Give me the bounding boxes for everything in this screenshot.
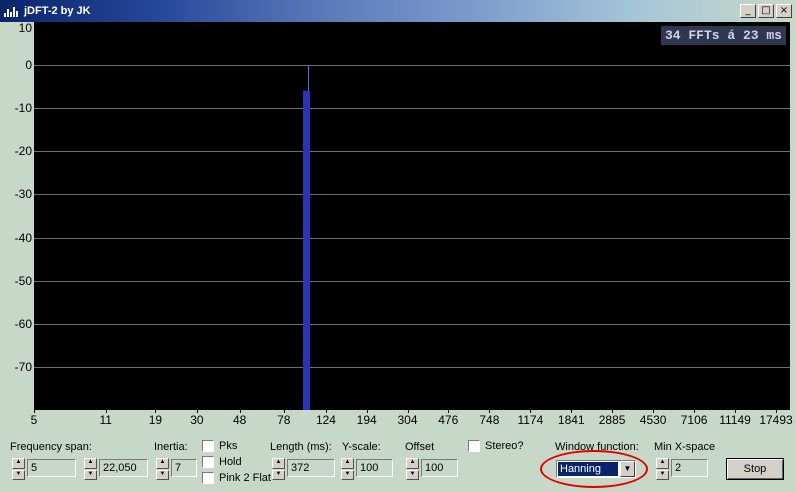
- x-tick-label: 1174: [517, 413, 544, 427]
- pink-flat-label: Pink 2 Flat: [219, 472, 271, 484]
- x-tick-label: 30: [190, 413, 204, 427]
- spin-up-arrow-icon[interactable]: ▲: [12, 458, 25, 469]
- y-scale-label: Y-scale:: [342, 441, 381, 453]
- spin-down-arrow-icon[interactable]: ▼: [12, 469, 25, 480]
- maximize-button[interactable]: □: [758, 4, 774, 18]
- stereo-label: Stereo?: [485, 440, 524, 452]
- spin-down-arrow-icon[interactable]: ▼: [656, 469, 669, 480]
- x-tick-label: 1841: [557, 413, 585, 427]
- x-tick-label: 11149: [719, 413, 751, 427]
- spectrum-plot: 10 0 -10 -20 -30 -40 -50 -60 -70 34 FFTs á 23 ms…: [0, 21, 796, 430]
- pink-flat-checkbox[interactable]: [202, 472, 214, 484]
- min-x-space-field[interactable]: 2: [671, 459, 708, 477]
- stereo-checkbox[interactable]: [468, 440, 480, 452]
- control-panel: Frequency span: ▲ ▼ 5 ▲ ▼ 22,050 Inertia…: [0, 432, 796, 492]
- hold-label: Hold: [219, 456, 242, 468]
- frequency-to-spinner[interactable]: ▲ ▼: [84, 458, 97, 480]
- x-tick-label: 124: [315, 413, 336, 427]
- inertia-field[interactable]: 7: [171, 459, 197, 477]
- x-tick-label: 48: [232, 413, 247, 427]
- frequency-span-label: Frequency span:: [10, 441, 92, 453]
- spin-up-arrow-icon[interactable]: ▲: [406, 458, 419, 469]
- spin-down-arrow-icon[interactable]: ▼: [406, 469, 419, 480]
- length-field[interactable]: 372: [287, 459, 335, 477]
- y-gridline: [34, 65, 790, 66]
- pks-label: Pks: [219, 440, 238, 452]
- pks-checkbox[interactable]: [202, 440, 214, 452]
- spin-down-arrow-icon[interactable]: ▼: [272, 469, 285, 480]
- minimize-button[interactable]: _: [740, 4, 756, 18]
- inertia-spinner[interactable]: ▲ ▼: [156, 458, 169, 480]
- fft-status-badge: 34 FFTs á 23 ms: [660, 26, 786, 45]
- y-tick-label: -30: [14, 187, 32, 202]
- x-tick-label: 194: [356, 413, 377, 427]
- x-tick-label: 19: [148, 413, 163, 427]
- spin-down-arrow-icon[interactable]: ▼: [341, 469, 354, 480]
- spectrum-peak-tip: [308, 65, 310, 91]
- y-gridline: [34, 108, 790, 109]
- y-gridline: [34, 238, 790, 239]
- offset-field[interactable]: 100: [421, 459, 458, 477]
- min-x-space-spinner[interactable]: ▲ ▼: [656, 458, 669, 480]
- offset-label: Offset: [405, 441, 435, 453]
- spin-up-arrow-icon[interactable]: ▲: [341, 458, 354, 469]
- x-tick-label: 7106: [680, 413, 708, 427]
- y-gridline: [34, 194, 790, 195]
- spin-up-arrow-icon[interactable]: ▲: [272, 458, 285, 469]
- frequency-from-field[interactable]: 5: [27, 459, 76, 477]
- y-tick-label: -20: [14, 144, 32, 159]
- x-tick-label: 304: [397, 413, 418, 427]
- frequency-to-field[interactable]: 22,050: [99, 459, 148, 477]
- x-tick-label: 476: [438, 413, 459, 427]
- spin-down-arrow-icon[interactable]: ▼: [156, 469, 169, 480]
- spin-up-arrow-icon[interactable]: ▲: [84, 458, 97, 469]
- x-tick-label: 4530: [639, 413, 667, 427]
- y-tick-label: -10: [14, 101, 32, 116]
- inertia-label: Inertia:: [154, 441, 188, 453]
- x-axis: 5 11 19 30 48 78 124 194 304 476 748 1174 1841 2885 45…: [0, 410, 796, 430]
- y-scale-field[interactable]: 100: [356, 459, 393, 477]
- stop-button[interactable]: Stop: [726, 458, 784, 480]
- frequency-from-spinner[interactable]: ▲ ▼: [12, 458, 25, 480]
- length-spinner[interactable]: ▲ ▼: [272, 458, 285, 480]
- y-axis: 10 0 -10 -20 -30 -40 -50 -60 -70: [0, 21, 34, 430]
- y-tick-label: -50: [14, 273, 32, 288]
- x-tick-label: 5: [30, 413, 38, 427]
- hold-checkbox[interactable]: [202, 456, 214, 468]
- y-gridline: [34, 151, 790, 152]
- window-title: jDFT-2 by JK: [24, 5, 91, 17]
- y-tick-label: -70: [14, 359, 32, 374]
- y-gridline: [34, 324, 790, 325]
- y-tick-label: 0: [25, 58, 32, 73]
- y-tick-label: -60: [14, 316, 32, 331]
- spectrum-peak-bar: [303, 90, 311, 410]
- min-x-space-label: Min X-space: [654, 441, 716, 453]
- y-scale-spinner[interactable]: ▲ ▼: [341, 458, 354, 480]
- offset-spinner[interactable]: ▲ ▼: [406, 458, 419, 480]
- app-spectrum-icon: [4, 5, 20, 17]
- spectrum-canvas: 34 FFTs á 23 ms: [34, 22, 790, 410]
- y-gridline: [34, 281, 790, 282]
- x-tick-label: 2885: [598, 413, 626, 427]
- spin-up-arrow-icon[interactable]: ▲: [156, 458, 169, 469]
- close-button[interactable]: ×: [776, 4, 792, 18]
- spin-down-arrow-icon[interactable]: ▼: [84, 469, 97, 480]
- x-tick-label: 78: [277, 413, 291, 427]
- highlight-ring: [540, 450, 648, 488]
- y-tick-label: 10: [18, 21, 32, 35]
- y-tick-label: -40: [14, 230, 32, 245]
- spin-up-arrow-icon[interactable]: ▲: [656, 458, 669, 469]
- length-label: Length (ms):: [270, 441, 332, 453]
- y-gridline: [34, 367, 790, 368]
- x-tick-label: 11: [99, 413, 112, 427]
- x-tick-label: 17493: [759, 413, 793, 427]
- x-tick-label: 748: [479, 413, 500, 427]
- title-bar[interactable]: jDFT-2 by JK _ □ ×: [0, 0, 796, 22]
